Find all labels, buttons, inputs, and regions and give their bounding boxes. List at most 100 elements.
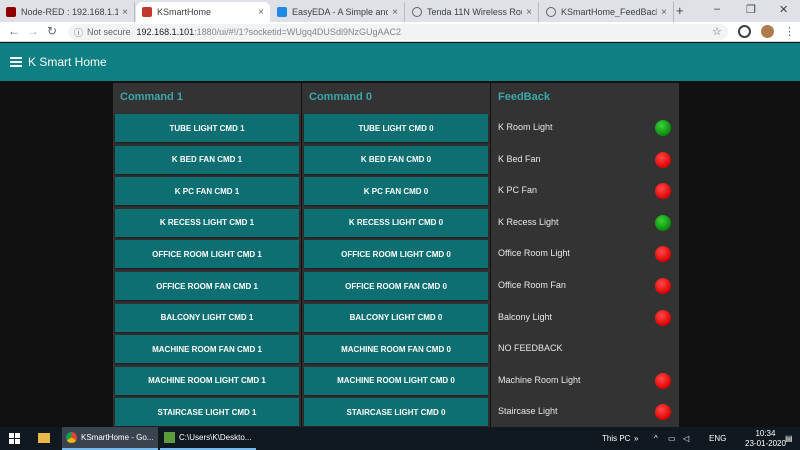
info-icon[interactable]: ⓘ xyxy=(74,26,83,39)
easyeda-favicon-icon xyxy=(277,7,287,17)
tab-feedback-info[interactable]: KSmartHome_FeedBack - Info × xyxy=(540,2,674,22)
cmd0-button[interactable]: MACHINE ROOM FAN CMD 0 xyxy=(304,335,488,364)
feedback-label: K Recess Light xyxy=(498,216,559,227)
taskbar-task-chrome[interactable]: KSmartHome - Go... xyxy=(62,427,158,450)
cmd1-button[interactable]: K PC FAN CMD 1 xyxy=(115,177,299,206)
browser-toolbar: ← → ↻ ⓘ Not secure 192.168.1.101 :1880/u… xyxy=(0,22,800,42)
node-red-favicon-icon xyxy=(6,7,16,17)
tab-easyeda[interactable]: EasyEDA - A Simple and Powe × xyxy=(271,2,405,22)
back-button[interactable]: ← xyxy=(8,24,20,38)
cmd0-button[interactable]: K BED FAN CMD 0 xyxy=(304,145,488,174)
menu-kebab-icon[interactable]: ⋮ xyxy=(784,25,795,38)
globe-icon xyxy=(412,7,422,17)
group-title: FeedBack xyxy=(498,91,550,103)
clock-date: 23-01-2020 xyxy=(745,439,786,448)
forward-button[interactable]: → xyxy=(27,24,39,38)
feedback-label: Balcony Light xyxy=(498,311,553,322)
feedback-row: Machine Room Light xyxy=(498,367,678,395)
cmd1-button[interactable]: K BED FAN CMD 1 xyxy=(115,145,299,174)
windows-start-icon[interactable] xyxy=(9,433,20,444)
status-led-icon xyxy=(655,120,671,136)
notification-center-icon[interactable]: ▤ xyxy=(785,434,793,443)
bookmark-star-icon[interactable]: ☆ xyxy=(712,25,722,38)
hamburger-menu-icon[interactable] xyxy=(10,57,22,67)
feedback-label: Office Room Light xyxy=(498,248,570,259)
windows-taskbar: KSmartHome - Go... C:\Users\K\Deskto... … xyxy=(0,427,800,450)
feedback-label: Machine Room Light xyxy=(498,374,581,385)
status-led-icon xyxy=(655,214,671,231)
this-pc-label[interactable]: This PC xyxy=(602,434,630,443)
extension-icon[interactable] xyxy=(738,25,751,38)
status-led-icon xyxy=(655,309,671,326)
close-tab-icon[interactable]: × xyxy=(258,7,264,18)
feedback-row: Balcony Light xyxy=(498,304,678,332)
close-tab-icon[interactable]: × xyxy=(122,7,128,18)
cmd1-button[interactable]: MACHINE ROOM FAN CMD 1 xyxy=(115,335,299,364)
file-explorer-icon[interactable] xyxy=(38,433,50,443)
cmd1-button[interactable]: BALCONY LIGHT CMD 1 xyxy=(115,303,299,332)
cmd0-button[interactable]: OFFICE ROOM LIGHT CMD 0 xyxy=(304,240,488,269)
tab-tenda-router[interactable]: Tenda 11N Wireless Router × xyxy=(406,2,539,22)
editor-icon xyxy=(164,432,175,443)
status-led-icon xyxy=(655,404,671,421)
taskbar-task-editor[interactable]: C:\Users\K\Deskto... xyxy=(160,427,256,450)
new-tab-button[interactable]: + xyxy=(676,3,684,18)
cmd1-button[interactable]: MACHINE ROOM LIGHT CMD 1 xyxy=(115,366,299,395)
network-icon[interactable]: ▭ xyxy=(668,434,676,443)
cmd0-button[interactable]: K PC FAN CMD 0 xyxy=(304,177,488,206)
feedback-row: Office Room Fan xyxy=(498,272,678,300)
cmd0-button[interactable]: TUBE LIGHT CMD 0 xyxy=(304,114,488,142)
feedback-label: Staircase Light xyxy=(498,406,558,417)
app-title: K Smart Home xyxy=(28,55,107,69)
cmd0-button[interactable]: BALCONY LIGHT CMD 0 xyxy=(304,303,488,332)
cmd1-button[interactable]: K RECESS LIGHT CMD 1 xyxy=(115,208,299,237)
minimize-button[interactable]: – xyxy=(714,3,720,15)
cmd0-button[interactable]: MACHINE ROOM LIGHT CMD 0 xyxy=(304,366,488,395)
chrome-icon xyxy=(66,432,77,443)
browser-tab-strip: Node-RED : 192.168.1.101 × KSmartHome × … xyxy=(0,0,800,22)
group-feedback: FeedBack K Room Light K Bed Fan K PC Fan K … xyxy=(491,83,679,427)
notification-chevron-icon[interactable]: ^ xyxy=(654,434,658,443)
feedback-row: K Bed Fan xyxy=(498,146,678,174)
reload-button[interactable]: ↻ xyxy=(47,24,57,38)
tab-title: EasyEDA - A Simple and Powe xyxy=(292,7,388,17)
taskbar-task-label: C:\Users\K\Deskto... xyxy=(179,433,252,442)
status-led-icon xyxy=(655,278,671,294)
feedback-row: Staircase Light xyxy=(498,398,678,426)
profile-avatar-icon[interactable] xyxy=(761,25,774,38)
feedback-row: K Room Light xyxy=(498,114,678,142)
restore-button[interactable]: ❐ xyxy=(746,3,756,16)
feedback-label: K Room Light xyxy=(498,122,553,132)
status-led-icon xyxy=(655,246,671,263)
chevron-icon[interactable]: » xyxy=(634,434,638,443)
tab-node-red[interactable]: Node-RED : 192.168.1.101 × xyxy=(0,2,135,22)
volume-icon[interactable]: ◁ xyxy=(683,434,689,443)
cmd1-button[interactable]: TUBE LIGHT CMD 1 xyxy=(115,114,299,142)
node-red-favicon-icon xyxy=(142,7,152,17)
window-close-button[interactable]: ✕ xyxy=(779,3,788,16)
tab-ksmarthome[interactable]: KSmartHome × xyxy=(136,2,270,22)
status-led-icon xyxy=(655,372,671,389)
close-tab-icon[interactable]: × xyxy=(526,7,532,18)
cmd0-button[interactable]: OFFICE ROOM FAN CMD 0 xyxy=(304,272,488,300)
group-title: Command 1 xyxy=(120,91,183,103)
tab-title: Node-RED : 192.168.1.101 xyxy=(21,7,118,17)
address-bar[interactable]: ⓘ Not secure 192.168.1.101 :1880/ui/#!/1… xyxy=(68,24,728,40)
dashboard-content: Command 1 TUBE LIGHT CMD 1K BED FAN CMD … xyxy=(0,81,800,427)
status-led-icon xyxy=(655,183,671,200)
feedback-label: NO FEEDBACK xyxy=(498,343,563,354)
tab-title: KSmartHome_FeedBack - Info xyxy=(561,7,658,17)
cmd1-button[interactable]: OFFICE ROOM LIGHT CMD 1 xyxy=(115,240,299,269)
feedback-label: K Bed Fan xyxy=(498,153,541,164)
cmd0-button[interactable]: STAIRCASE LIGHT CMD 0 xyxy=(304,398,488,427)
cmd1-button[interactable]: OFFICE ROOM FAN CMD 1 xyxy=(115,272,299,300)
taskbar-task-label: KSmartHome - Go... xyxy=(81,433,154,442)
feedback-row: Office Room Light xyxy=(498,240,678,268)
cmd1-button[interactable]: STAIRCASE LIGHT CMD 1 xyxy=(115,398,299,427)
close-tab-icon[interactable]: × xyxy=(661,7,667,18)
language-indicator[interactable]: ENG xyxy=(709,434,726,443)
cmd0-button[interactable]: K RECESS LIGHT CMD 0 xyxy=(304,208,488,237)
app-header: K Smart Home xyxy=(0,43,800,81)
close-tab-icon[interactable]: × xyxy=(392,7,398,18)
system-clock[interactable]: 10:34 23-01-2020 xyxy=(745,429,786,449)
